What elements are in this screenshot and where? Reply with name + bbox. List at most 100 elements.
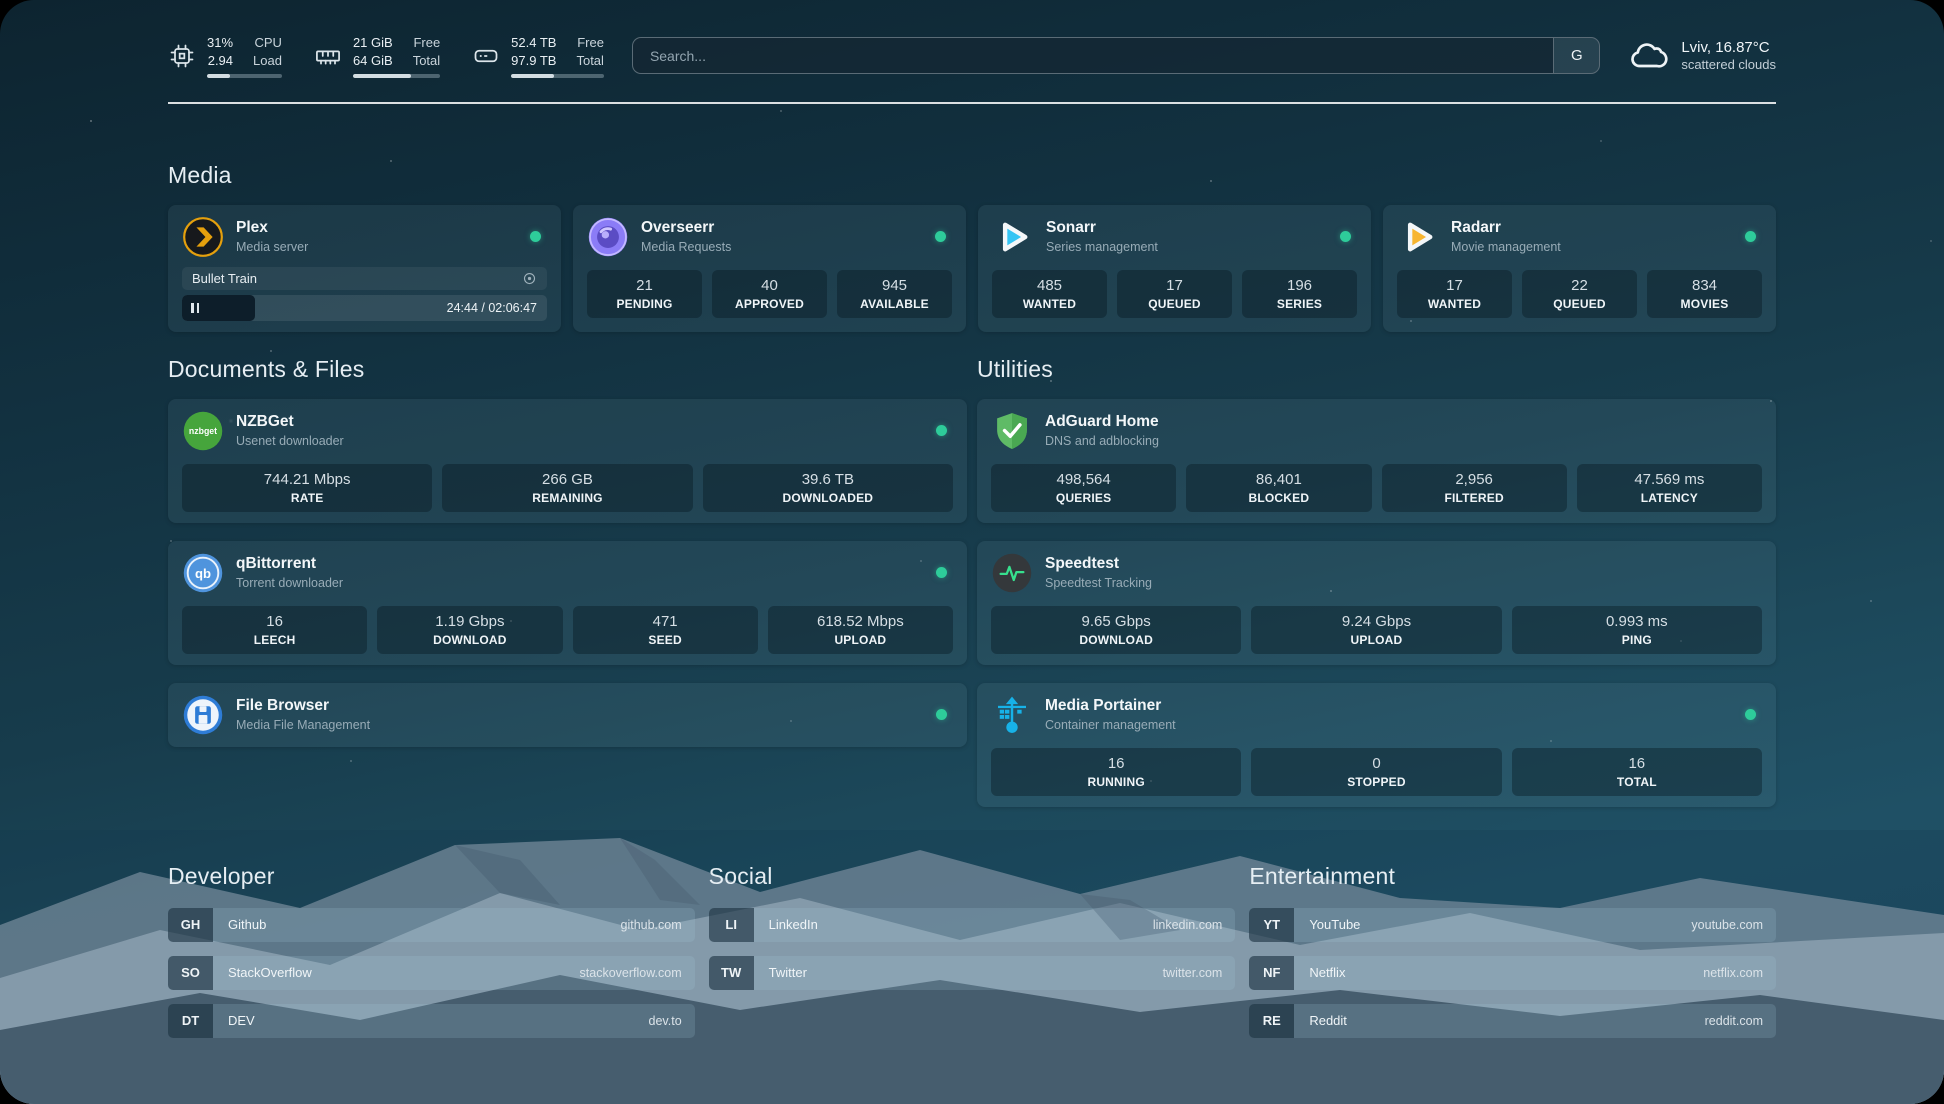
stat-label: QUEUED xyxy=(1528,297,1631,311)
service-name: NZBGet xyxy=(236,413,344,431)
stat-value: 17 xyxy=(1123,277,1226,294)
resource-usage-fill xyxy=(511,74,554,78)
status-online-dot xyxy=(936,709,947,720)
search-input[interactable] xyxy=(632,37,1553,74)
stat-approved: 40APPROVED xyxy=(712,270,827,318)
plex-icon xyxy=(182,216,224,258)
stat-value: 196 xyxy=(1248,277,1351,294)
bookmark-abbr: YT xyxy=(1249,908,1294,942)
service-name: qBittorrent xyxy=(236,555,343,573)
cloud-icon xyxy=(1628,36,1668,76)
stat-label: DOWNLOAD xyxy=(383,633,556,647)
status-online-dot xyxy=(1340,231,1351,242)
service-name: Speedtest xyxy=(1045,555,1152,573)
service-description: Speedtest Tracking xyxy=(1045,576,1152,590)
overseerr-icon xyxy=(587,216,629,258)
documents-cards: nzbgetNZBGetUsenet downloader744.21 Mbps… xyxy=(168,399,967,747)
weather-condition: scattered clouds xyxy=(1681,57,1776,74)
stat-value: 945 xyxy=(843,277,946,294)
stat-label: UPLOAD xyxy=(1257,633,1495,647)
stat-label: RATE xyxy=(188,491,426,505)
bookmark-reddit[interactable]: RERedditreddit.com xyxy=(1249,1004,1776,1038)
resource-usage-fill xyxy=(353,74,411,78)
service-name: File Browser xyxy=(236,697,370,715)
service-name: Plex xyxy=(236,219,308,237)
bookmark-name: Netflix xyxy=(1309,965,1345,980)
resource-usage-bar xyxy=(353,74,440,78)
now-playing: Bullet Train24:44 / 02:06:47 xyxy=(182,267,547,321)
bookmark-url: twitter.com xyxy=(1163,966,1236,980)
qbittorrent-icon: qb xyxy=(182,552,224,594)
stat-rate: 744.21 MbpsRATE xyxy=(182,464,432,512)
stat-blocked: 86,401BLOCKED xyxy=(1186,464,1371,512)
service-card-nzbget[interactable]: nzbgetNZBGetUsenet downloader744.21 Mbps… xyxy=(168,399,967,523)
bookmark-abbr: TW xyxy=(709,956,754,990)
weather-location-temp: Lviv, 16.87°C xyxy=(1681,38,1776,58)
bookmark-name: Reddit xyxy=(1309,1013,1347,1028)
stat-label: UPLOAD xyxy=(774,633,947,647)
stat-upload: 618.52 MbpsUPLOAD xyxy=(768,606,953,654)
service-card-plex[interactable]: PlexMedia serverBullet Train24:44 / 02:0… xyxy=(168,205,561,332)
bookmark-name: DEV xyxy=(228,1013,255,1028)
bookmark-url: reddit.com xyxy=(1705,1014,1776,1028)
stat-pending: 21PENDING xyxy=(587,270,702,318)
section-documents: Documents & Files nzbgetNZBGetUsenet dow… xyxy=(168,356,967,747)
service-name: Overseerr xyxy=(641,219,731,237)
memory-icon xyxy=(314,42,342,70)
service-card-sonarr[interactable]: SonarrSeries management485WANTED17QUEUED… xyxy=(978,205,1371,332)
service-card-speedtest[interactable]: SpeedtestSpeedtest Tracking9.65 GbpsDOWN… xyxy=(977,541,1776,665)
stat-label: PENDING xyxy=(593,297,696,311)
stat-value: 0.993 ms xyxy=(1518,613,1756,630)
service-card-qbittorrent[interactable]: qbqBittorrentTorrent downloader16LEECH1.… xyxy=(168,541,967,665)
sonarr-icon xyxy=(992,216,1034,258)
bookmark-group-title: Social xyxy=(709,863,1236,890)
bookmark-group-title: Developer xyxy=(168,863,695,890)
bookmark-abbr: LI xyxy=(709,908,754,942)
bookmark-twitter[interactable]: TWTwittertwitter.com xyxy=(709,956,1236,990)
resource-usage-fill xyxy=(207,74,230,78)
bookmark-url: github.com xyxy=(621,918,695,932)
bookmark-github[interactable]: GHGithubgithub.com xyxy=(168,908,695,942)
stat-label: LATENCY xyxy=(1583,491,1756,505)
cpu-icon xyxy=(168,42,196,70)
weather-widget[interactable]: Lviv, 16.87°C scattered clouds xyxy=(1628,36,1776,76)
stat-download: 1.19 GbpsDOWNLOAD xyxy=(377,606,562,654)
service-card-adguard[interactable]: AdGuard HomeDNS and adblocking498,564QUE… xyxy=(977,399,1776,523)
service-card-radarr[interactable]: RadarrMovie management17WANTED22QUEUED83… xyxy=(1383,205,1776,332)
service-card-filebrowser[interactable]: File Browser Media File Management xyxy=(168,683,967,747)
service-description: Series management xyxy=(1046,240,1158,254)
resource-values: 31%2.94 xyxy=(207,34,233,69)
bookmark-dev[interactable]: DTDEVdev.to xyxy=(168,1004,695,1038)
stat-label: RUNNING xyxy=(997,775,1235,789)
stat-leech: 16LEECH xyxy=(182,606,367,654)
bookmark-abbr: GH xyxy=(168,908,213,942)
bookmark-url: linkedin.com xyxy=(1153,918,1235,932)
status-online-dot xyxy=(936,425,947,436)
bookmark-url: dev.to xyxy=(649,1014,695,1028)
stat-value: 16 xyxy=(997,755,1235,772)
status-online-dot xyxy=(1745,709,1756,720)
stat-label: AVAILABLE xyxy=(843,297,946,311)
bookmark-youtube[interactable]: YTYouTubeyoutube.com xyxy=(1249,908,1776,942)
stat-downloaded: 39.6 TBDOWNLOADED xyxy=(703,464,953,512)
service-card-overseerr[interactable]: OverseerrMedia Requests21PENDING40APPROV… xyxy=(573,205,966,332)
utilities-cards: AdGuard HomeDNS and adblocking498,564QUE… xyxy=(977,399,1776,807)
search-provider-button[interactable]: G xyxy=(1553,37,1600,74)
stat-wanted: 485WANTED xyxy=(992,270,1107,318)
stat-value: 471 xyxy=(579,613,752,630)
status-online-dot xyxy=(1745,231,1756,242)
stat-latency: 47.569 msLATENCY xyxy=(1577,464,1762,512)
bookmark-linkedin[interactable]: LILinkedInlinkedin.com xyxy=(709,908,1236,942)
stat-label: SEED xyxy=(579,633,752,647)
bookmark-stackoverflow[interactable]: SOStackOverflowstackoverflow.com xyxy=(168,956,695,990)
stat-value: 266 GB xyxy=(448,471,686,488)
service-description: Media File Management xyxy=(236,718,370,732)
stat-label: APPROVED xyxy=(718,297,821,311)
bookmark-netflix[interactable]: NFNetflixnetflix.com xyxy=(1249,956,1776,990)
service-card-portainer[interactable]: Media PortainerContainer management16RUN… xyxy=(977,683,1776,807)
media-cards: PlexMedia serverBullet Train24:44 / 02:0… xyxy=(168,205,1776,332)
stat-upload: 9.24 GbpsUPLOAD xyxy=(1251,606,1501,654)
resource-labels: FreeTotal xyxy=(576,34,603,69)
service-name: Radarr xyxy=(1451,219,1561,237)
radarr-icon xyxy=(1397,216,1439,258)
